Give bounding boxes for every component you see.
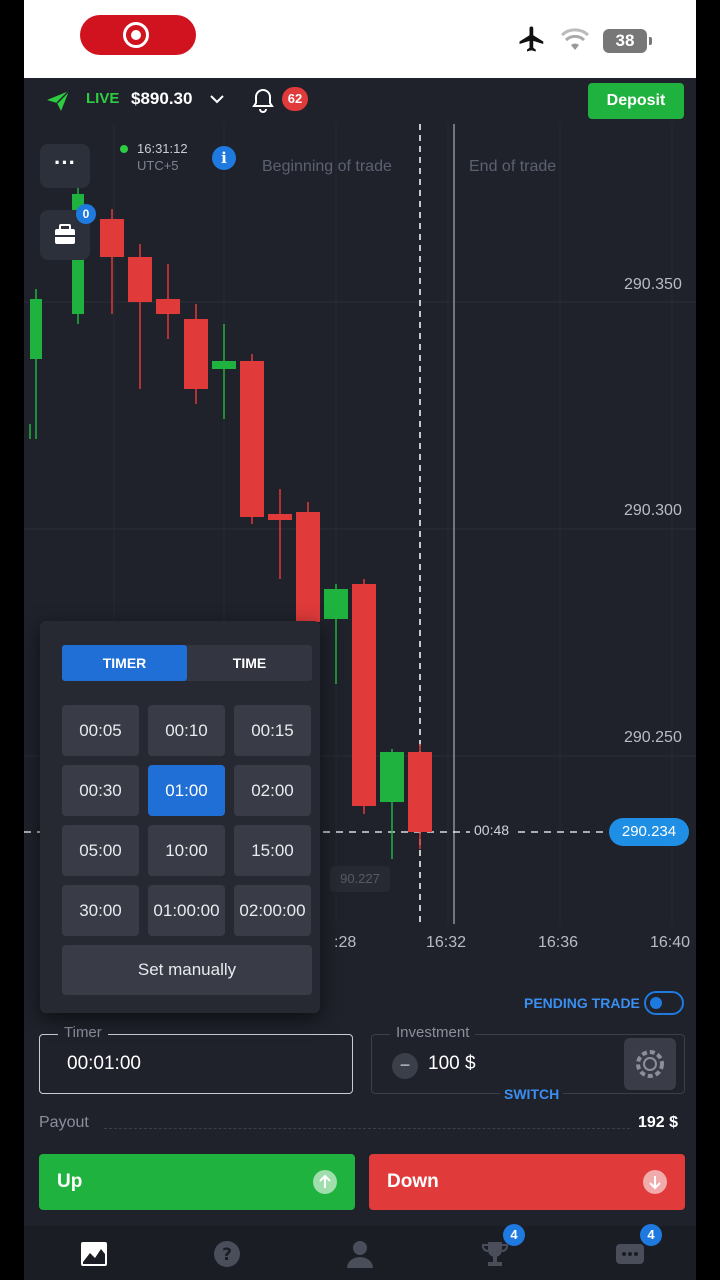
bell-icon[interactable] <box>252 87 274 113</box>
expiry-option[interactable]: 15:00 <box>234 825 311 876</box>
pending-trade-label[interactable]: PENDING TRADE <box>524 995 640 1011</box>
battery-icon: 38 <box>603 29 652 53</box>
price-level-label: 290.350 <box>624 276 682 293</box>
expiry-option[interactable]: 01:00:00 <box>148 885 225 936</box>
online-indicator <box>120 145 128 153</box>
expiry-option[interactable]: 00:10 <box>148 705 225 756</box>
candle <box>380 752 404 802</box>
up-button-label: Up <box>57 1171 83 1192</box>
time-tick-label: 16:40 <box>650 934 691 951</box>
expiry-option[interactable]: 00:30 <box>62 765 139 816</box>
expiry-option[interactable]: 01:00 <box>148 765 225 816</box>
set-manually-button[interactable]: Set manually <box>62 945 312 995</box>
nav-help[interactable]: ? <box>211 1238 243 1270</box>
picker-mode-tabs: TIMER TIME <box>62 645 312 681</box>
price-level-label: 290.250 <box>624 729 682 746</box>
price-level-label: 290.300 <box>624 502 682 519</box>
airplane-icon <box>519 26 544 52</box>
chat-icon <box>616 1244 644 1264</box>
beginning-of-trade-label: Beginning of trade <box>262 158 392 175</box>
end-of-trade-label: End of trade <box>469 158 557 175</box>
candle <box>100 219 124 257</box>
expiry-option[interactable]: 05:00 <box>62 825 139 876</box>
candle <box>128 257 152 302</box>
tab-time[interactable]: TIME <box>187 645 312 681</box>
candle <box>184 319 208 389</box>
top-bar: LIVE $890.30 62 Deposit <box>24 78 696 124</box>
investment-settings-button[interactable] <box>624 1038 676 1090</box>
clock-timezone: UTC+5 <box>137 158 179 173</box>
expiry-option[interactable]: 00:15 <box>234 705 311 756</box>
timer-label: Timer <box>58 1024 108 1041</box>
portfolio-count-badge: 0 <box>76 204 96 224</box>
current-price-badge: 290.234 <box>609 818 689 846</box>
time-tick-label: 16:32 <box>426 934 467 951</box>
tournaments-badge: 4 <box>503 1224 525 1246</box>
expiry-option[interactable]: 00:05 <box>62 705 139 756</box>
wifi-icon <box>560 28 590 50</box>
server-clock: 16:31:12 UTC+5 <box>137 140 188 174</box>
clock-time: 16:31:12 <box>137 141 188 156</box>
svg-text:?: ? <box>222 1245 232 1265</box>
decrease-investment-button[interactable]: − <box>392 1053 418 1079</box>
notification-badge: 62 <box>282 87 308 111</box>
payout-label: Payout <box>39 1114 89 1131</box>
screen-record-indicator[interactable] <box>80 15 196 55</box>
nav-tournaments[interactable]: 4 <box>479 1224 525 1270</box>
paper-plane-icon <box>47 90 70 111</box>
candle <box>156 299 180 314</box>
screen-record-icon <box>123 22 149 48</box>
expiry-countdown: 00:48 <box>470 822 514 838</box>
payout-value: 192 $ <box>638 1114 679 1131</box>
more-badge: 4 <box>640 1224 662 1246</box>
down-button[interactable]: Down <box>369 1154 685 1210</box>
ghost-price-label: 90.227 <box>330 866 390 892</box>
candle <box>324 589 348 619</box>
down-button-label: Down <box>387 1171 439 1192</box>
tab-timer[interactable]: TIMER <box>62 645 187 681</box>
investment-value[interactable]: 100 $ <box>428 1053 476 1075</box>
candle <box>296 512 320 622</box>
candle <box>212 361 236 369</box>
info-icon[interactable]: i <box>212 146 236 170</box>
gear-icon <box>636 1050 664 1078</box>
expiry-option[interactable]: 10:00 <box>148 825 225 876</box>
nav-chart[interactable] <box>78 1238 110 1270</box>
account-type[interactable]: LIVE <box>86 90 119 107</box>
candle <box>240 361 264 517</box>
user-icon <box>347 1241 373 1268</box>
candle <box>268 514 292 520</box>
candle <box>352 584 376 806</box>
help-icon: ? <box>214 1241 240 1267</box>
candle <box>30 299 42 359</box>
status-bar: 38 <box>24 0 696 78</box>
investment-label: Investment <box>390 1024 476 1041</box>
pending-trade-toggle[interactable] <box>644 991 684 1015</box>
candle <box>408 752 432 832</box>
account-balance[interactable]: $890.30 <box>131 89 192 109</box>
nav-more[interactable]: 4 <box>614 1224 662 1270</box>
nav-profile[interactable] <box>344 1238 376 1270</box>
timer-field[interactable]: Timer 00:01:00 <box>39 1024 353 1094</box>
expiry-option[interactable]: 30:00 <box>62 885 139 936</box>
switch-button[interactable]: SWITCH <box>500 1086 564 1102</box>
deposit-button[interactable]: Deposit <box>588 83 684 119</box>
arrow-down-icon <box>643 1170 667 1194</box>
time-tick-label: :28 <box>334 934 357 951</box>
expiry-option[interactable]: 02:00 <box>234 765 311 816</box>
app-frame: 38 LIVE $890.30 62 Deposit ··· 0 16:31:1… <box>24 0 696 1280</box>
up-button[interactable]: Up <box>39 1154 355 1210</box>
chart-icon <box>81 1242 107 1266</box>
payout-divider <box>104 1128 630 1129</box>
timer-value[interactable]: 00:01:00 <box>67 1053 141 1075</box>
bottom-nav: ? 4 4 <box>24 1224 696 1280</box>
chart-menu-button[interactable]: ··· <box>40 144 90 188</box>
time-tick-label: 16:36 <box>538 934 579 951</box>
expiry-time-picker: TIMER TIME 00:05 00:10 00:15 00:30 01:00 02:0… <box>40 621 320 1013</box>
chevron-down-icon[interactable] <box>208 90 226 108</box>
expiry-option[interactable]: 02:00:00 <box>234 885 311 936</box>
arrow-up-icon <box>313 1170 337 1194</box>
